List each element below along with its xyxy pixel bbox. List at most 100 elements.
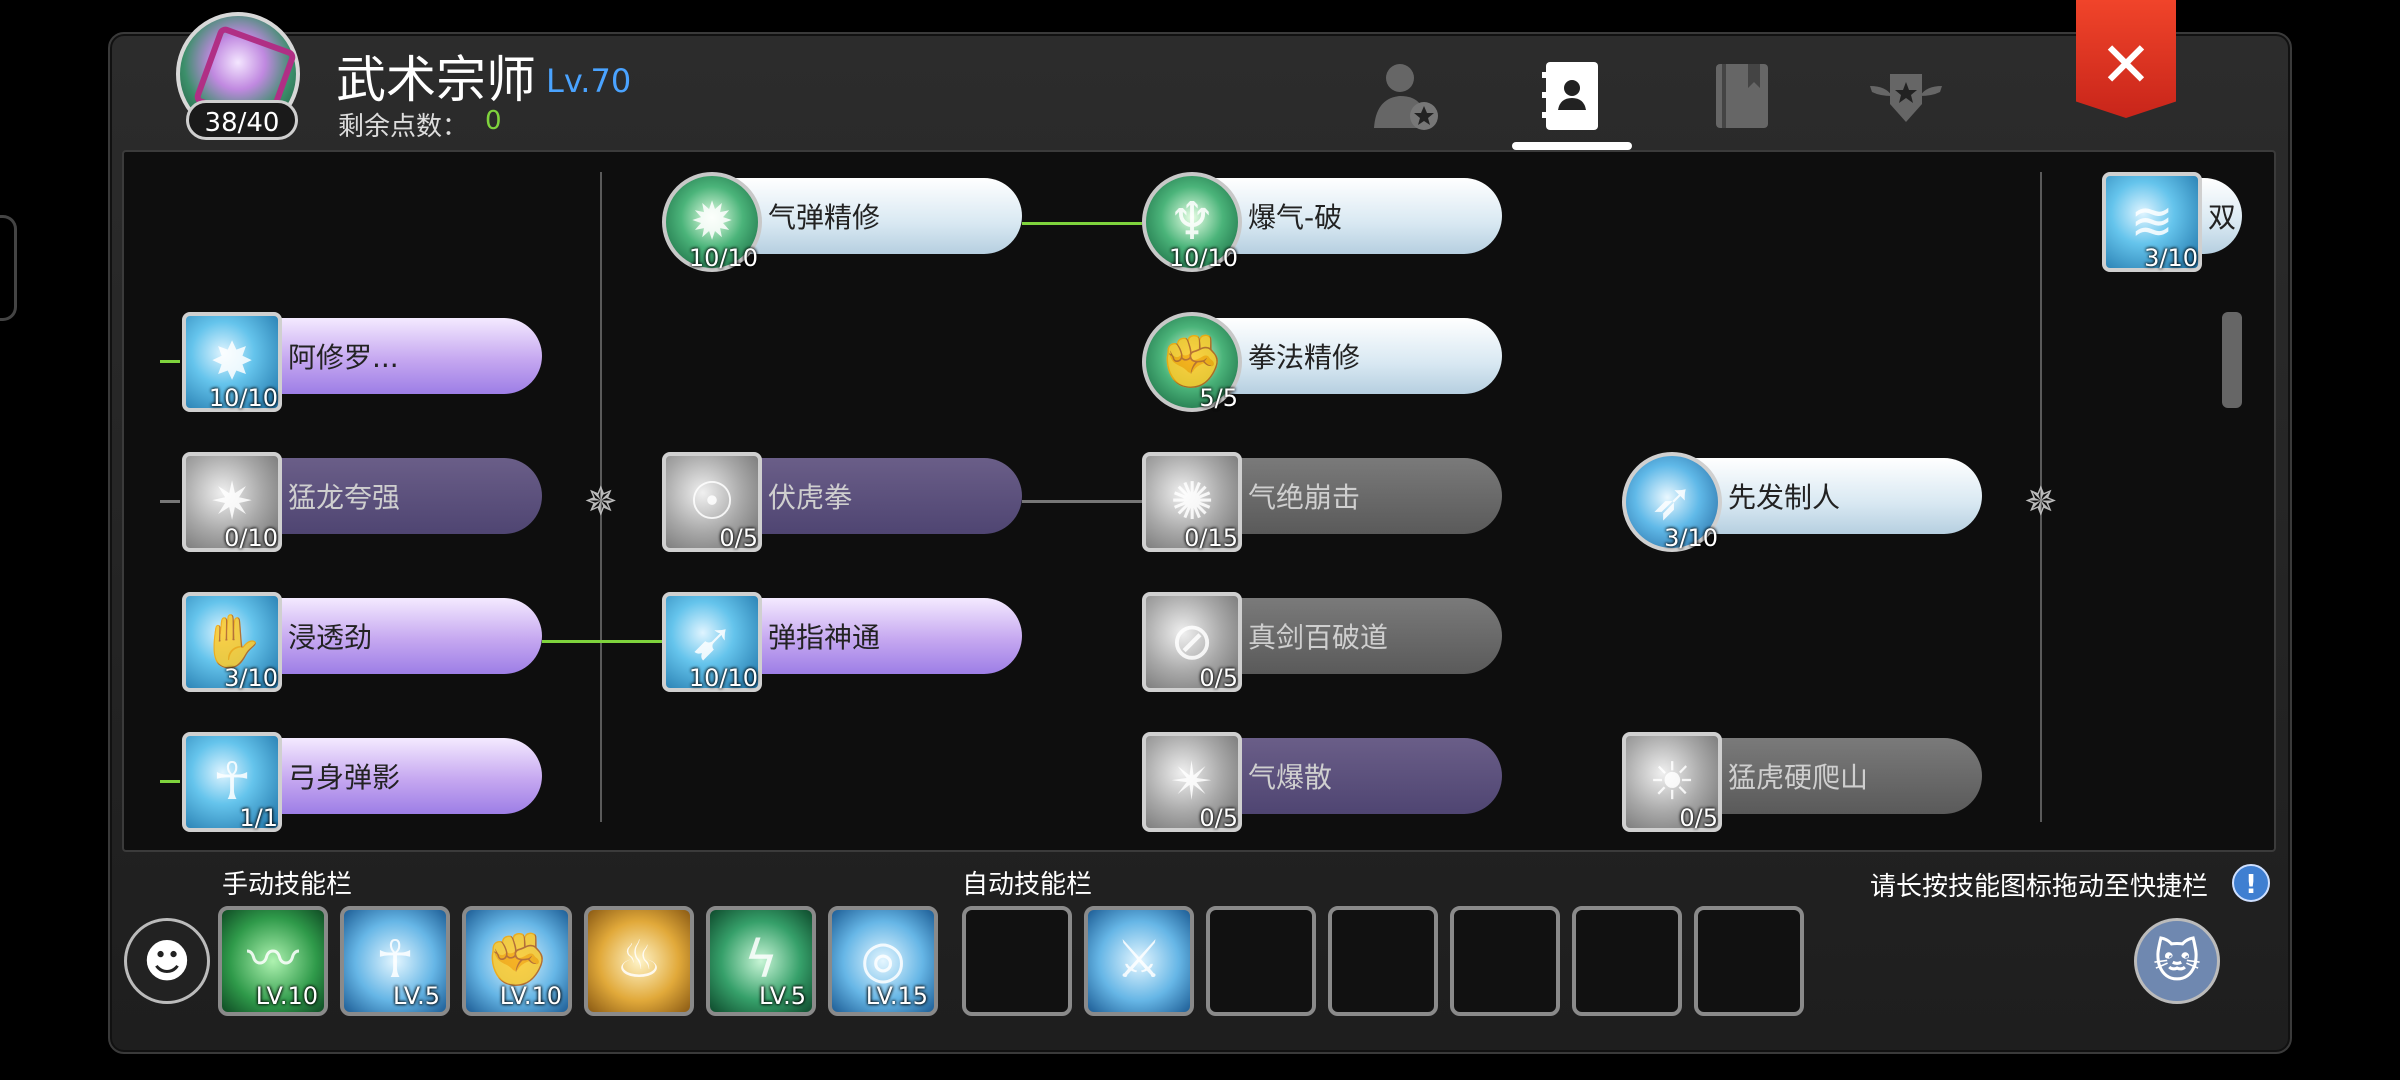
- skill-name: 气绝崩击: [1248, 481, 1361, 514]
- sword-burst-icon: ⚔: [1115, 930, 1163, 990]
- manual-skill-slot[interactable]: ☥ LV.5: [340, 906, 450, 1016]
- skill-link: [160, 360, 180, 363]
- skill-icon: ✹ 10/10: [662, 172, 762, 272]
- manual-skill-slot[interactable]: ϟ LV.5: [706, 906, 816, 1016]
- skill-link: [542, 640, 662, 643]
- manual-skill-slot[interactable]: ◎ LV.15: [828, 906, 938, 1016]
- skill-level: 3/10: [1664, 524, 1718, 552]
- class-level: Lv.70: [546, 62, 632, 100]
- tab-character-info[interactable]: [1366, 56, 1446, 136]
- book-icon: [1716, 64, 1768, 128]
- manual-skill-slot[interactable]: ♨: [584, 906, 694, 1016]
- skill-name: 气弹精修: [768, 201, 881, 234]
- cat-face-icon: 🐱: [2153, 934, 2201, 988]
- skill-icon: ☥ 1/1: [182, 732, 282, 832]
- skill-name: 拳法精修: [1248, 341, 1361, 374]
- skill-level: 0/5: [1199, 804, 1238, 832]
- tab-awakening[interactable]: [1866, 56, 1946, 136]
- skill-level: 10/10: [688, 664, 758, 692]
- scroll-handle[interactable]: [2222, 312, 2242, 408]
- skill-icon: ✷ 0/10: [182, 452, 282, 552]
- auto-bar-avatar[interactable]: 🐱: [2134, 918, 2220, 1004]
- tab-skills[interactable]: [1532, 56, 1612, 136]
- skill-level: 1/1: [239, 804, 278, 832]
- skill-icon: ➶ 3/10: [1622, 452, 1722, 552]
- slot-level: LV.5: [393, 982, 440, 1010]
- divider-ornament-icon: ✵: [584, 479, 618, 525]
- skill-level: 10/10: [1168, 244, 1238, 272]
- skill-link: [160, 500, 180, 503]
- skill-name: 先发制人: [1728, 481, 1841, 514]
- winged-star-badge-icon: [1870, 74, 1942, 122]
- remaining-points-label: 剩余点数：: [338, 112, 469, 142]
- divider-ornament-icon: ✵: [2024, 479, 2058, 525]
- skill-name: 浸透劲: [288, 621, 373, 654]
- skill-level: 0/15: [1184, 524, 1238, 552]
- skill-level: 10/10: [208, 384, 278, 412]
- skill-name: 伏虎拳: [768, 481, 853, 514]
- skill-name: 真剑百破道: [1248, 621, 1389, 654]
- skill-level: 3/10: [224, 664, 278, 692]
- auto-bar-label: 自动技能栏: [962, 870, 1093, 900]
- skill-icon: ☀ 0/5: [1622, 732, 1722, 832]
- slot-level: LV.5: [759, 982, 806, 1010]
- auto-skill-slot[interactable]: ⚔: [1084, 906, 1194, 1016]
- skill-name: 猛虎硬爬山: [1728, 761, 1869, 794]
- close-button[interactable]: ✕: [2076, 0, 2176, 118]
- contact-book-icon: [1542, 62, 1598, 130]
- skill-icon: ⊘ 0/5: [1142, 592, 1242, 692]
- skill-level: 0/10: [224, 524, 278, 552]
- skill-tree[interactable]: ✵ ✵ 气弹精修 ✹ 10/10 爆气-破 ♆ 10/10 双 ≋ 3/10 阿修罗.…: [122, 150, 2276, 852]
- auto-skill-slot-empty[interactable]: [1572, 906, 1682, 1016]
- close-icon: ✕: [2100, 28, 2152, 101]
- active-tab-indicator: [1512, 142, 1632, 150]
- skill-icon: ✊ 5/5: [1142, 312, 1242, 412]
- manual-skill-slot[interactable]: ✊ LV.10: [462, 906, 572, 1016]
- skill-icon: ✋ 3/10: [182, 592, 282, 692]
- skill-level: 0/5: [1199, 664, 1238, 692]
- auto-skill-slot-empty[interactable]: [1450, 906, 1560, 1016]
- skill-link: [1022, 222, 1142, 225]
- skill-name: 弹指神通: [768, 621, 881, 654]
- auto-skill-slot-empty[interactable]: [1694, 906, 1804, 1016]
- slot-level: LV.10: [499, 982, 562, 1010]
- skill-icon: ✺ 0/15: [1142, 452, 1242, 552]
- skill-icon: ♆ 10/10: [1142, 172, 1242, 272]
- skill-name: 阿修罗...: [288, 341, 399, 374]
- skill-icon: ☉ 0/5: [662, 452, 762, 552]
- manual-bar-avatar[interactable]: ☻: [124, 918, 210, 1004]
- drag-hint: 请长按技能图标拖动至快捷栏: [1870, 872, 2209, 902]
- manual-bar-label: 手动技能栏: [222, 870, 353, 900]
- remaining-points-value: 0: [485, 106, 502, 136]
- skill-name: 双: [2208, 201, 2237, 234]
- skill-level: 10/10: [688, 244, 758, 272]
- skill-icon: ✴ 0/5: [1142, 732, 1242, 832]
- skill-link: [1022, 500, 1142, 503]
- flame-icon: ♨: [615, 930, 663, 990]
- skill-icon: ✸ 10/10: [182, 312, 282, 412]
- manual-skill-slot[interactable]: 〰 LV.10: [218, 906, 328, 1016]
- auto-skill-slot-empty[interactable]: [1206, 906, 1316, 1016]
- grin-face-icon: ☻: [143, 934, 191, 988]
- auto-skill-slot-empty[interactable]: [1328, 906, 1438, 1016]
- slot-level: LV.15: [865, 982, 928, 1010]
- info-button[interactable]: !: [2232, 864, 2270, 902]
- auto-skill-slot-empty[interactable]: [962, 906, 1072, 1016]
- skill-link: [160, 780, 180, 783]
- person-star-icon: [1374, 64, 1438, 130]
- points-badge: 38/40: [186, 100, 298, 140]
- side-tab-handle[interactable]: [0, 215, 17, 321]
- skill-icon: ≋ 3/10: [2102, 172, 2202, 272]
- class-title: 武术宗师: [336, 51, 536, 109]
- skill-level: 0/5: [1679, 804, 1718, 832]
- skill-name: 猛龙夸强: [288, 481, 401, 514]
- skill-level: 3/10: [2144, 244, 2198, 272]
- skill-name: 弓身弹影: [288, 761, 401, 794]
- skill-name: 气爆散: [1248, 761, 1333, 794]
- tab-codex[interactable]: [1702, 56, 1782, 136]
- skill-icon: ➹ 10/10: [662, 592, 762, 692]
- skill-level: 5/5: [1199, 384, 1238, 412]
- slot-level: LV.10: [255, 982, 318, 1010]
- skill-level: 0/5: [719, 524, 758, 552]
- skill-name: 爆气-破: [1248, 201, 1343, 234]
